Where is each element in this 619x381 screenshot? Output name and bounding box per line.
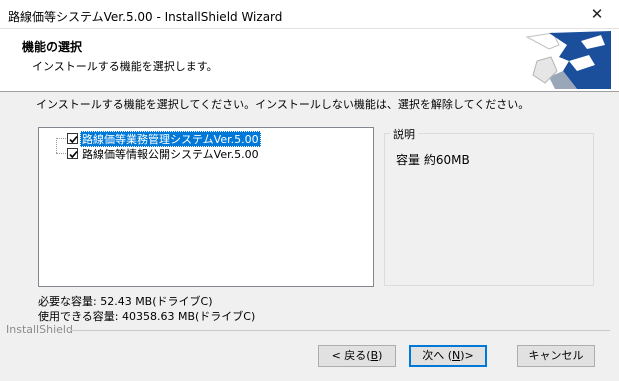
required-space: 必要な容量: 52.43 MB(ドライブC) [38, 295, 213, 308]
cancel-button[interactable]: キャンセル [517, 345, 595, 367]
back-button[interactable]: < 戻る(B) [318, 345, 396, 367]
checkmark-icon [69, 135, 78, 144]
feature-item-management[interactable]: 路線価等業務管理システムVer.5.00 [67, 130, 261, 147]
back-label-prefix: < 戻る( [331, 349, 371, 362]
divider [70, 330, 610, 331]
feature-checkbox[interactable] [67, 148, 78, 159]
close-icon[interactable]: ✕ [575, 0, 619, 28]
tree-connector [56, 153, 66, 154]
title-bar: 路線価等システムVer.5.00 - InstallShield Wizard … [0, 0, 619, 29]
feature-checkbox[interactable] [67, 133, 78, 144]
page-title: 機能の選択 [22, 40, 83, 54]
feature-tree[interactable]: 路線価等業務管理システムVer.5.00 路線価等情報公開システムVer.5.0… [38, 127, 374, 287]
feature-label[interactable]: 路線価等業務管理システムVer.5.00 [80, 130, 261, 147]
back-label-suffix: ) [378, 349, 383, 362]
installshield-brand: InstallShield [6, 323, 73, 336]
next-label-prefix: 次へ ( [422, 349, 453, 362]
available-space: 使用できる容量: 40358.63 MB(ドライブC) [38, 310, 256, 323]
next-button[interactable]: 次へ (N)> [409, 345, 487, 367]
page-subtitle: インストールする機能を選択します。 [32, 60, 218, 73]
description-legend: 説明 [390, 126, 418, 142]
wizard-header: 機能の選択 インストールする機能を選択します。 [0, 29, 619, 92]
checkmark-icon [69, 150, 78, 159]
feature-item-publication[interactable]: 路線価等情報公開システムVer.5.00 [67, 146, 261, 162]
tree-connector [56, 138, 66, 139]
next-accelerator: N [452, 349, 461, 362]
tree-connector [56, 138, 57, 153]
description-text: 容量 約60MB [396, 153, 470, 167]
back-accelerator: B [370, 349, 379, 362]
installshield-logo-icon [525, 31, 611, 89]
window-title: 路線価等システムVer.5.00 - InstallShield Wizard [8, 10, 283, 24]
instructions-text: インストールする機能を選択してください。インストールしない機能は、選択を解除して… [36, 98, 530, 111]
next-label-suffix: )> [460, 349, 474, 362]
feature-label[interactable]: 路線価等情報公開システムVer.5.00 [80, 146, 261, 162]
